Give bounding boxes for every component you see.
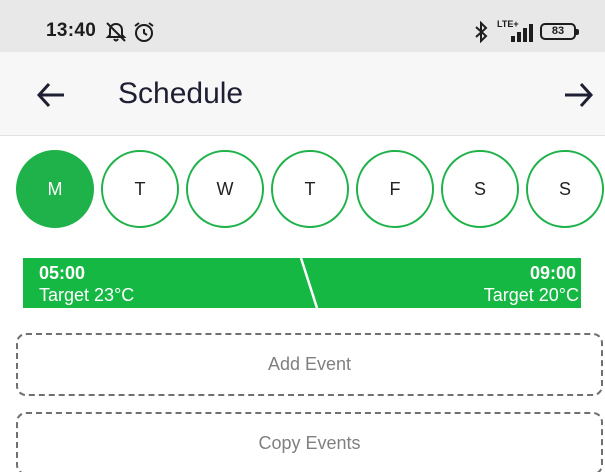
day-button-monday[interactable]: M xyxy=(16,150,94,228)
back-button[interactable] xyxy=(34,78,68,112)
day-button-sunday[interactable]: S xyxy=(526,150,604,228)
battery-icon: 83 xyxy=(540,23,579,40)
day-button-thursday[interactable]: T xyxy=(271,150,349,228)
event-end-target: Target 20°C xyxy=(484,285,579,306)
add-event-button[interactable]: Add Event xyxy=(16,333,603,396)
target-value: 20°C xyxy=(538,285,579,305)
target-label: Target xyxy=(483,285,534,305)
bell-off-icon xyxy=(104,21,128,48)
event-end-time: 09:00 xyxy=(529,263,576,283)
event-start-target: Target 23°C xyxy=(39,285,134,306)
target-label: Target xyxy=(39,285,90,305)
network-label: LTE+ xyxy=(497,19,519,29)
event-start-time: 05:00 xyxy=(39,263,86,283)
day-button-wednesday[interactable]: W xyxy=(186,150,264,228)
day-button-saturday[interactable]: S xyxy=(441,150,519,228)
schedule-timeline[interactable]: 05:00 Target 23°C 09:00 Target 20°C xyxy=(23,258,581,308)
page-title: Schedule xyxy=(118,77,244,110)
alarm-icon xyxy=(133,21,155,48)
arrow-left-icon xyxy=(36,82,64,108)
copy-events-button[interactable]: Copy Events xyxy=(16,412,603,472)
target-value: 23°C xyxy=(94,285,135,305)
arrow-right-icon xyxy=(565,82,594,108)
signal-icon: LTE+ xyxy=(497,18,535,49)
forward-button[interactable] xyxy=(562,78,596,112)
status-time: 13:40 xyxy=(46,20,97,41)
day-selector: M T W T F S S xyxy=(0,150,605,230)
status-bar: 13:40 LTE+ 83 xyxy=(0,0,605,52)
app-bar: Schedule xyxy=(0,52,605,136)
day-button-friday[interactable]: F xyxy=(356,150,434,228)
day-button-tuesday[interactable]: T xyxy=(101,150,179,228)
bluetooth-icon xyxy=(473,20,489,48)
